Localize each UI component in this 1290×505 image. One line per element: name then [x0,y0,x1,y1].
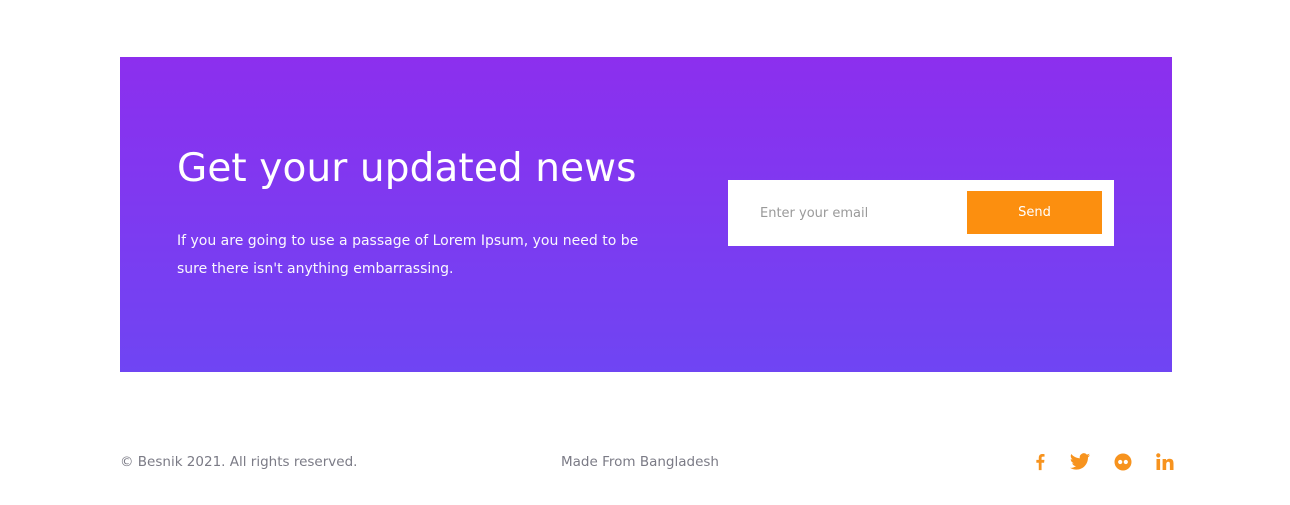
send-button[interactable]: Send [967,191,1102,234]
social-links [1028,451,1174,473]
twitter-icon[interactable] [1069,451,1091,473]
email-input[interactable] [728,180,964,246]
newsletter-headline: Get your updated news [177,146,637,191]
flickr-icon[interactable] [1112,451,1134,473]
made-from-text: Made From Bangladesh [561,454,719,470]
copyright-text: © Besnik 2021. All rights reserved. [120,454,358,470]
newsletter-description: If you are going to use a passage of Lor… [177,233,639,277]
subscribe-form: Send [728,180,1114,246]
newsletter-section: Get your updated news If you are going t… [120,57,1172,372]
linkedin-icon[interactable] [1154,451,1176,473]
facebook-icon[interactable] [1030,451,1052,473]
